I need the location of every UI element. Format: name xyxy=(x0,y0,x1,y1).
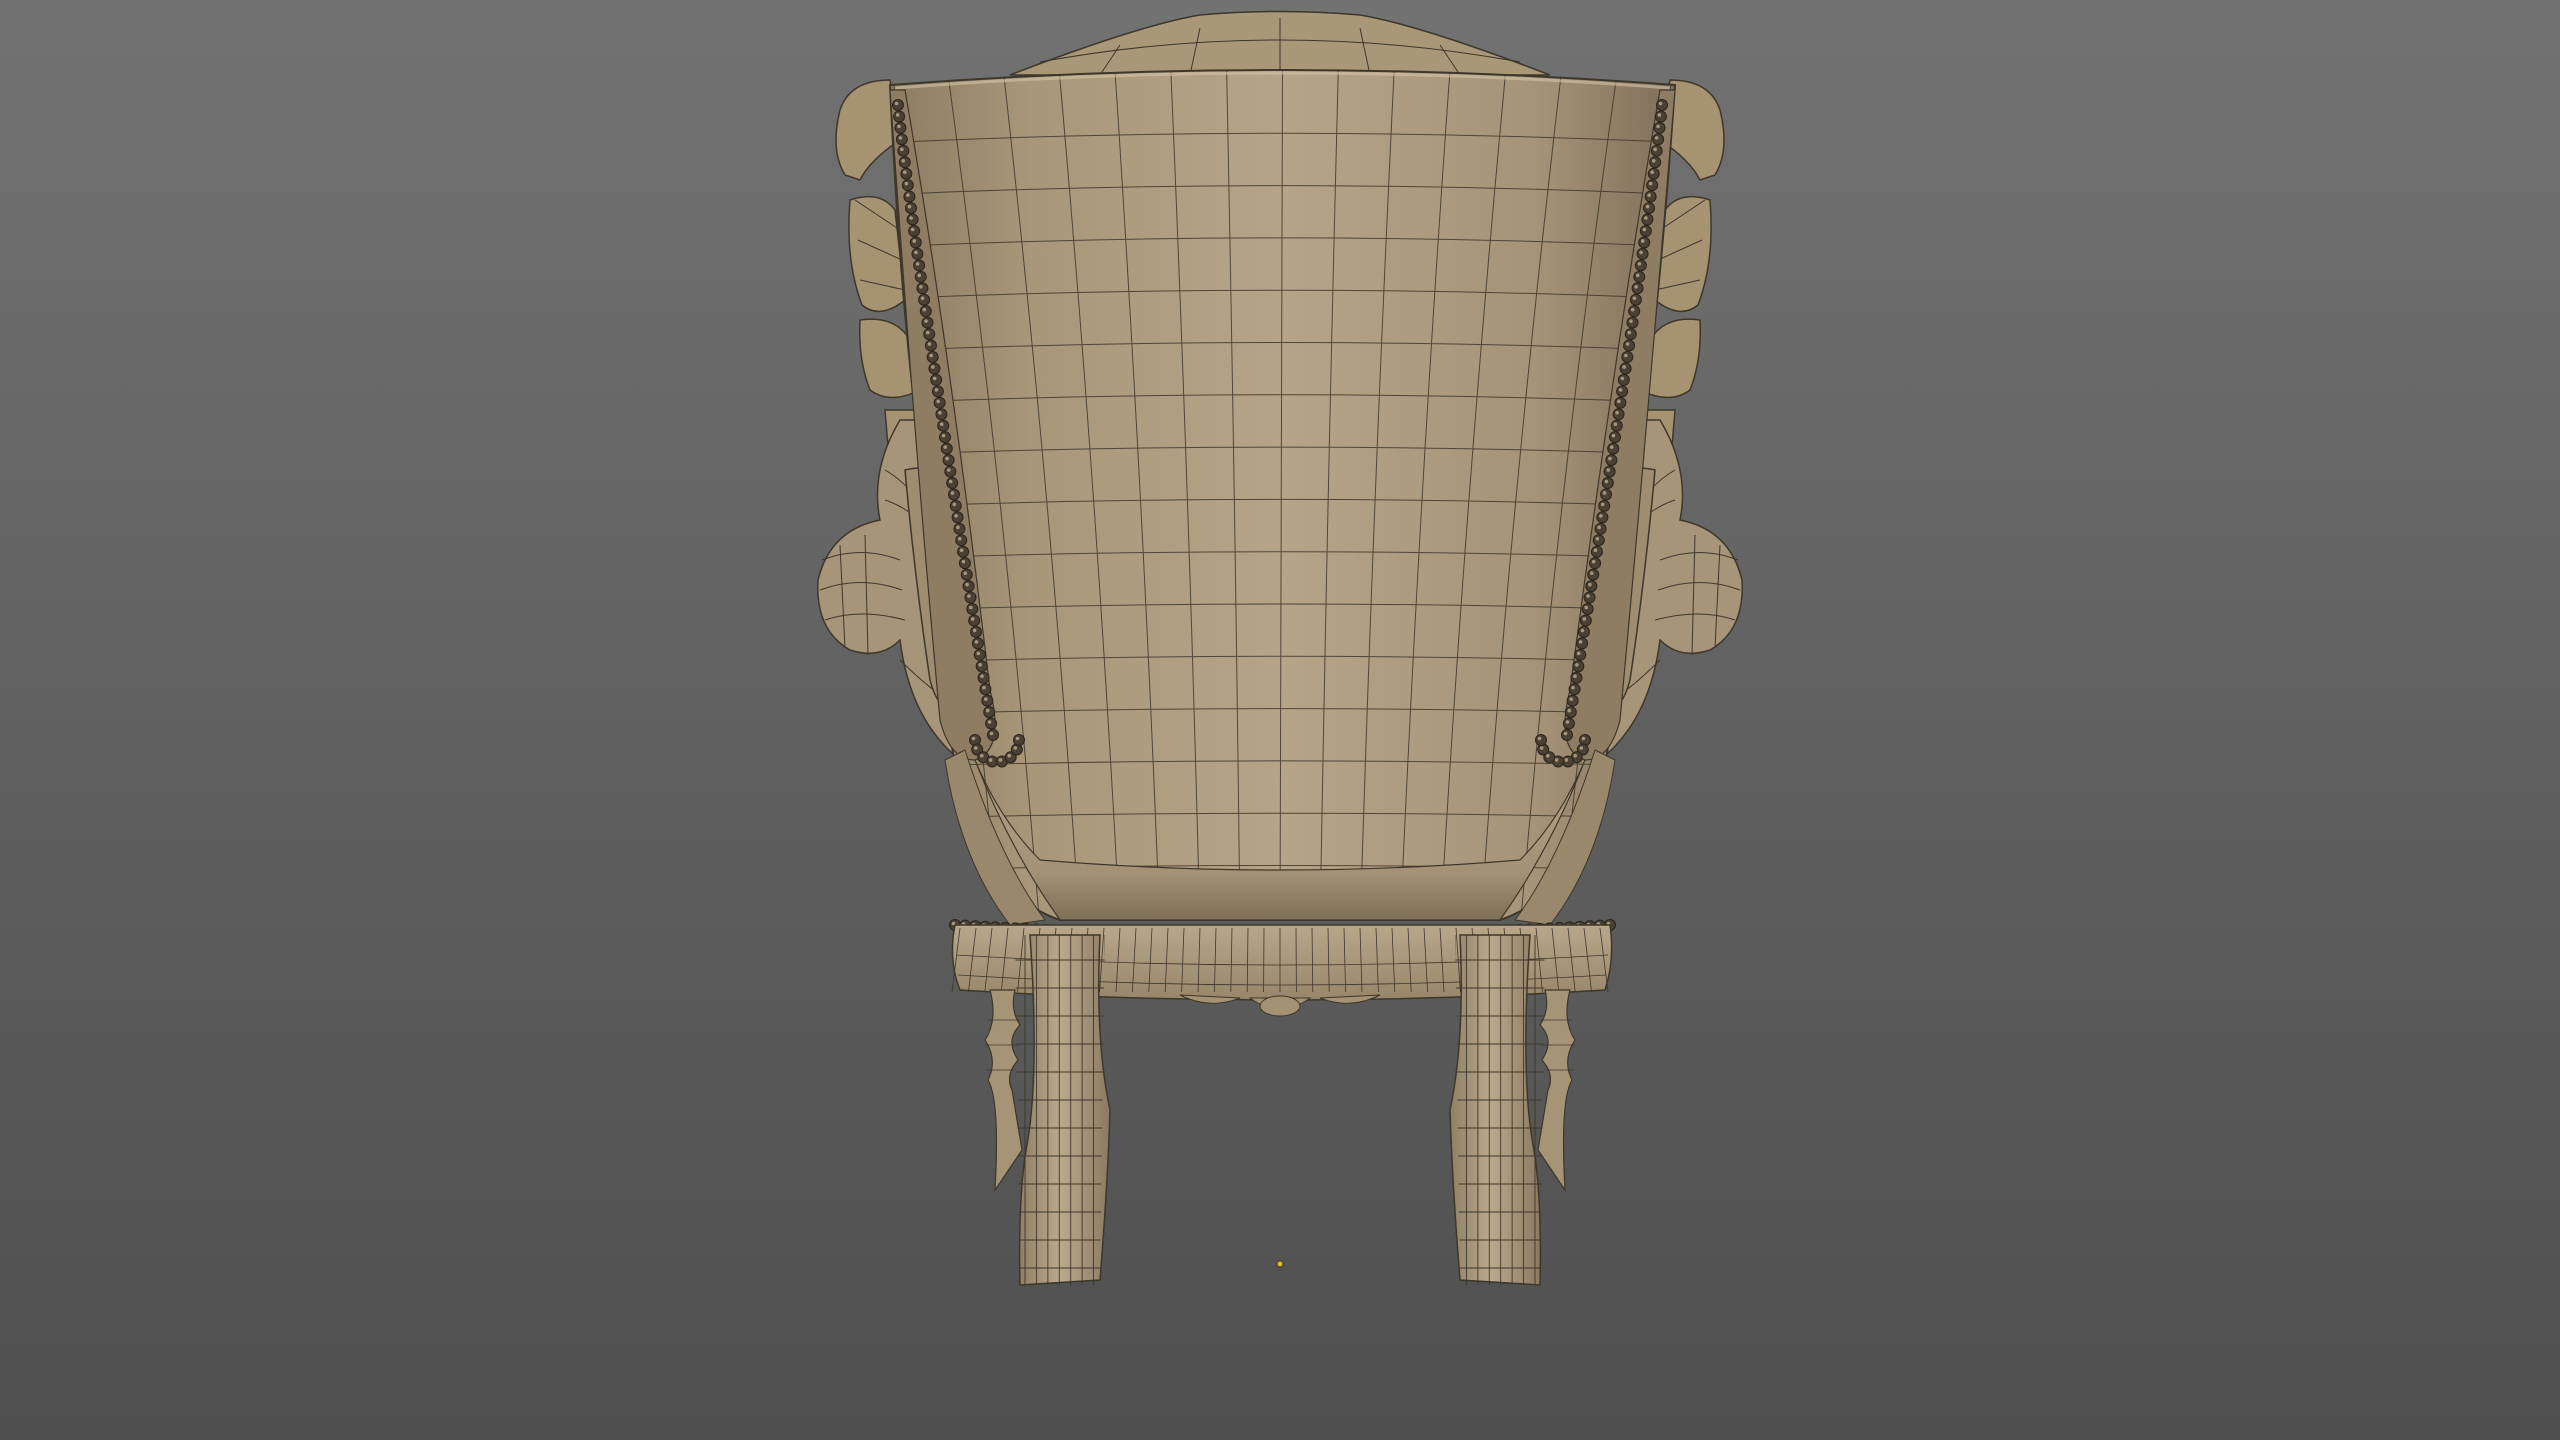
chair-render xyxy=(817,10,1743,1286)
front-leg-right xyxy=(1537,989,1576,1193)
3d-viewport[interactable] xyxy=(0,0,2560,1440)
seat-apron-carving xyxy=(1179,994,1381,1017)
crest-rail xyxy=(1009,10,1551,76)
object-pivot-point[interactable] xyxy=(1276,1260,1284,1268)
front-leg-left xyxy=(984,989,1023,1193)
